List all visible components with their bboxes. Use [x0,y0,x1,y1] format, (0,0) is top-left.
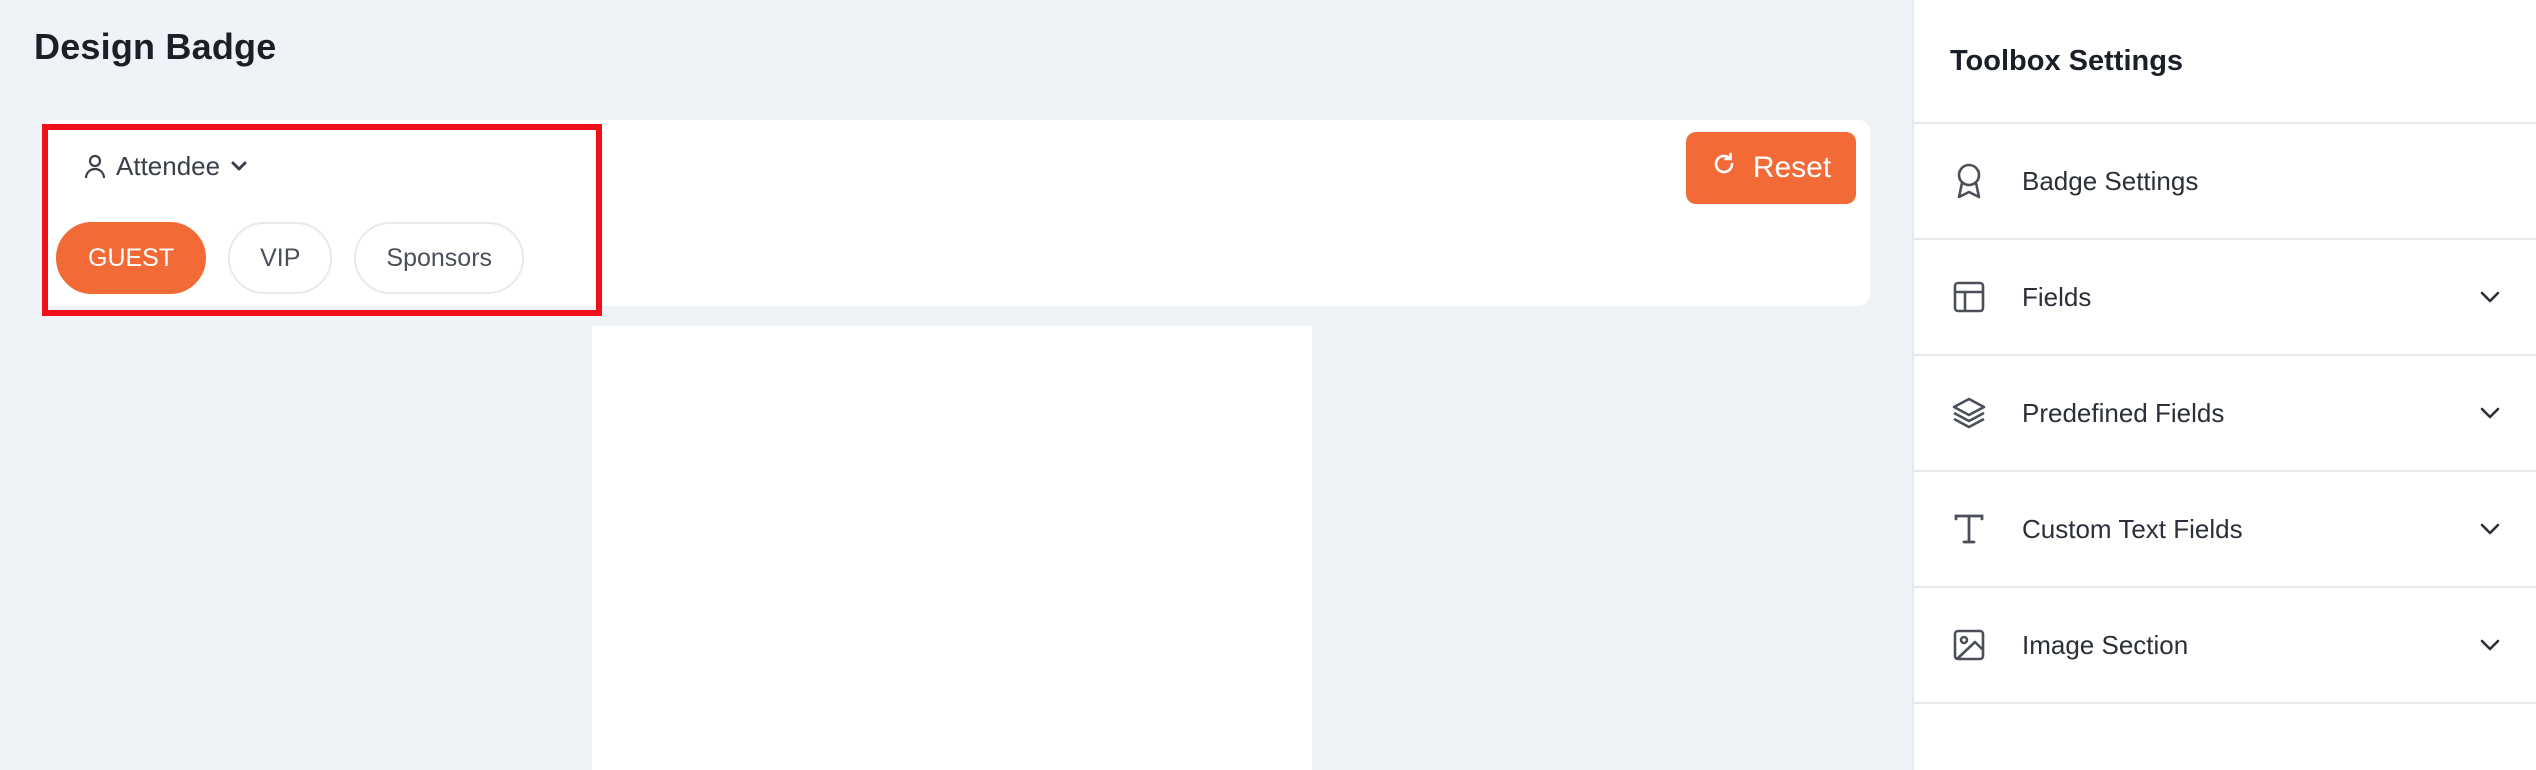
user-icon [84,153,106,179]
award-icon [1950,162,1988,200]
section-label: Fields [2022,281,2092,312]
section-custom-text-fields[interactable]: Custom Text Fields [1914,472,2536,588]
badge-canvas[interactable] [592,326,1312,770]
page-title: Design Badge [34,26,277,67]
text-icon [1950,510,1988,548]
refresh-icon [1711,151,1737,185]
section-predefined-fields[interactable]: Predefined Fields [1914,356,2536,472]
reset-button[interactable]: Reset [1686,132,1856,204]
chevron-down-icon [2476,399,2504,427]
toolbox-title: Toolbox Settings [1914,0,2536,124]
section-label: Custom Text Fields [2022,513,2243,544]
section-image-section[interactable]: Image Section [1914,588,2536,704]
category-pills: GUEST VIP Sponsors [56,222,525,294]
section-badge-settings[interactable]: Badge Settings [1914,124,2536,240]
category-pill-sponsors[interactable]: Sponsors [354,222,525,294]
toolbox-panel: Toolbox Settings Badge Settings Fields P… [1912,0,2536,770]
badge-type-label: Attendee [116,150,221,181]
category-pill-guest[interactable]: GUEST [56,222,207,294]
section-label: Badge Settings [2022,165,2199,196]
main-area: Design Badge Attendee GUEST VIP Sponsors [0,0,1912,770]
section-label: Image Section [2022,629,2189,660]
layout-icon [1950,278,1988,316]
category-pill-vip[interactable]: VIP [228,222,333,294]
section-label: Predefined Fields [2022,397,2225,428]
chevron-down-icon [2476,631,2504,659]
section-fields[interactable]: Fields [1914,240,2536,356]
layers-icon [1950,394,1988,432]
app-root: Design Badge Attendee GUEST VIP Sponsors [0,0,2536,770]
reset-label: Reset [1752,151,1832,184]
badge-type-dropdown[interactable]: Attendee [84,148,248,184]
chevron-down-icon [230,159,248,173]
chevron-down-icon [2476,515,2504,543]
chevron-down-icon [2476,283,2504,311]
image-icon [1950,626,1988,664]
